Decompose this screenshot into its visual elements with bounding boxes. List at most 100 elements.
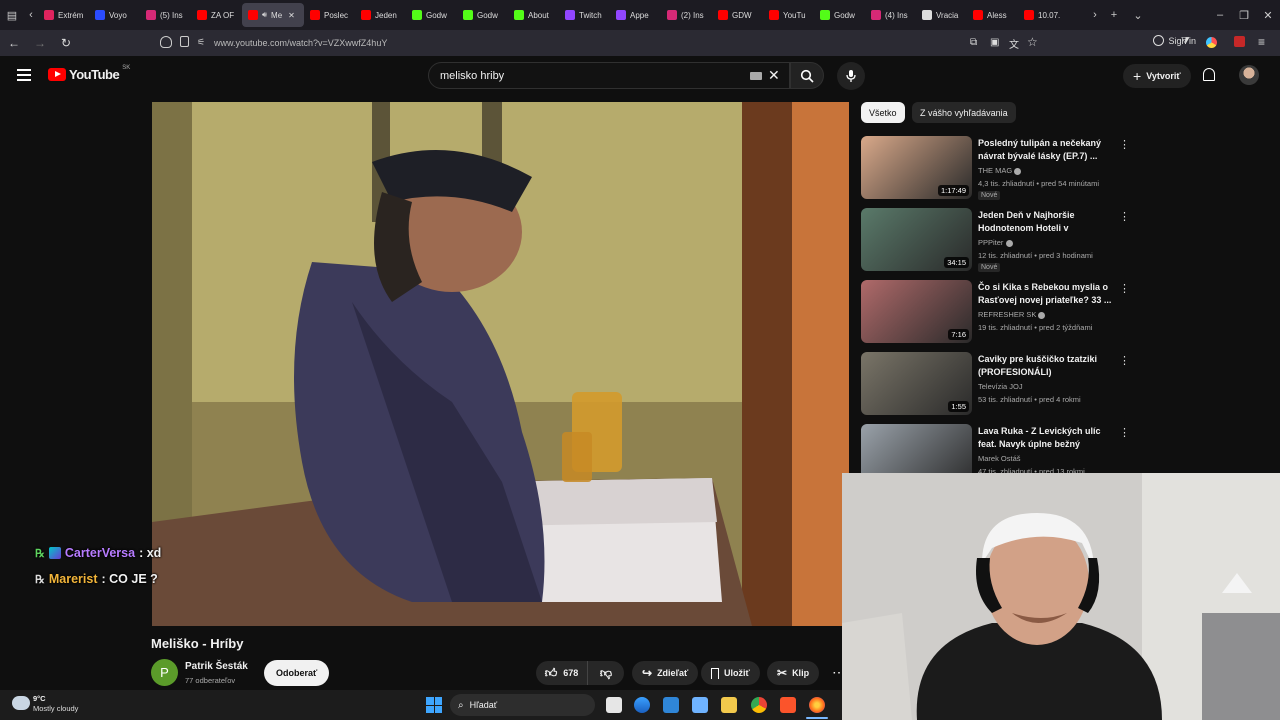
recommended-video[interactable]: 34:15 Jeden Deň v Najhoršie Hodnotenom Ho… bbox=[861, 208, 1131, 272]
screenshot-icon[interactable]: ⧉ bbox=[970, 37, 977, 48]
shield-icon[interactable] bbox=[160, 36, 172, 48]
recommended-video-channel[interactable]: PPPiter bbox=[978, 238, 1013, 247]
browser-tab[interactable]: 10.07. bbox=[1018, 3, 1069, 27]
recommended-video-title[interactable]: Lava Ruka - Z Levických ulíc feat. Navyk… bbox=[978, 425, 1116, 450]
chip-all[interactable]: Všetko bbox=[861, 102, 905, 123]
browser-tab[interactable]: Twitch bbox=[559, 3, 610, 27]
recommended-video-channel[interactable]: THE MAG bbox=[978, 166, 1022, 175]
task-view-icon[interactable] bbox=[606, 697, 622, 713]
browser-tab[interactable]: Jeden bbox=[355, 3, 406, 27]
url-field[interactable]: www.youtube.com/watch?v=VZXwwfZ4huY bbox=[214, 33, 1114, 53]
scroll-tabs-right-icon[interactable]: › bbox=[1088, 3, 1102, 27]
recommended-video-channel[interactable]: REFRESHER SK bbox=[978, 310, 1046, 319]
new-tab-icon[interactable]: + bbox=[1102, 3, 1126, 27]
dislike-button[interactable]: 👎︎ bbox=[588, 661, 624, 685]
video-thumbnail[interactable]: 7:16 bbox=[861, 280, 972, 343]
clip-button[interactable]: ✂ Klip bbox=[767, 661, 820, 685]
channel-avatar[interactable]: P bbox=[151, 659, 178, 686]
browser-tab[interactable]: Godw bbox=[406, 3, 457, 27]
scroll-tabs-left-icon[interactable]: ‹ bbox=[24, 3, 38, 27]
recommended-video-title[interactable]: Caviky pre kuščičko tzatziki (PROFESIONÁ… bbox=[978, 353, 1116, 378]
browser-tab[interactable]: About bbox=[508, 3, 559, 27]
channel-name[interactable]: Patrik Šesták bbox=[185, 661, 248, 672]
browser-tab[interactable]: Vracia bbox=[916, 3, 967, 27]
bookmark-star-icon[interactable]: ☆ bbox=[1027, 35, 1038, 49]
windows-start-icon[interactable] bbox=[426, 697, 442, 713]
close-tab-icon[interactable]: ✕ bbox=[288, 11, 295, 20]
browser-tab[interactable]: Godw bbox=[814, 3, 865, 27]
recommended-video-title[interactable]: Jeden Deň v Najhoršie Hodnotenom Hoteli … bbox=[978, 209, 1116, 235]
notifications-bell-icon[interactable] bbox=[1203, 68, 1215, 81]
microsoft-store-icon[interactable] bbox=[663, 697, 679, 713]
file-explorer-icon[interactable] bbox=[721, 697, 737, 713]
browser-tab[interactable]: (2) Ins bbox=[661, 3, 712, 27]
color-extension-icon[interactable] bbox=[1206, 37, 1217, 48]
more-options-icon[interactable]: ⋮ bbox=[1119, 210, 1130, 223]
more-options-icon[interactable]: ⋮ bbox=[1119, 354, 1130, 367]
avatar[interactable] bbox=[1239, 65, 1259, 85]
recommended-video-title[interactable]: Čo si Kika s Rebekou myslia o Rasťovej n… bbox=[978, 281, 1116, 306]
video-player[interactable] bbox=[152, 102, 849, 626]
tab-audio-icon[interactable]: 🔊︎ bbox=[262, 10, 267, 20]
search-button[interactable] bbox=[790, 62, 824, 89]
browser-tab[interactable]: Poslec bbox=[304, 3, 355, 27]
app-icon[interactable] bbox=[692, 697, 708, 713]
browser-tab[interactable]: Godw bbox=[457, 3, 508, 27]
video-thumbnail[interactable]: 1:17:49 bbox=[861, 136, 972, 199]
browser-tab[interactable]: ZA OF bbox=[191, 3, 242, 27]
clear-search-icon[interactable]: ✕ bbox=[768, 67, 780, 84]
recommended-video[interactable]: 1:17:49 Posledný tulipán a nečekaný návra… bbox=[861, 136, 1131, 200]
video-thumbnail[interactable]: 34:15 bbox=[861, 208, 972, 271]
taskbar-search-input[interactable]: ⌕ Hľadať bbox=[450, 694, 595, 716]
maximize-icon[interactable]: ❐ bbox=[1232, 3, 1256, 27]
back-icon[interactable]: ← bbox=[2, 31, 26, 55]
chip-from-search[interactable]: Z vášho vyhľadávania bbox=[912, 102, 1016, 123]
reload-icon[interactable]: ↻ bbox=[54, 31, 78, 55]
lock-icon[interactable] bbox=[180, 36, 189, 47]
browser-tab[interactable]: Appe bbox=[610, 3, 661, 27]
more-options-icon[interactable]: ⋮ bbox=[1119, 282, 1130, 295]
reader-view-icon[interactable]: ▣ bbox=[990, 37, 999, 48]
search-input[interactable]: melisko hriby ✕ bbox=[428, 62, 790, 89]
translate-icon[interactable]: 文 bbox=[1009, 36, 1019, 51]
hamburger-menu-icon[interactable] bbox=[17, 69, 31, 81]
more-options-icon[interactable]: ⋮ bbox=[1119, 426, 1130, 439]
weather-cloud-icon[interactable] bbox=[12, 696, 30, 710]
browser-tab[interactable]: Extrém bbox=[38, 3, 89, 27]
youtube-logo[interactable]: YouTube SK bbox=[48, 65, 130, 82]
recommended-video[interactable]: 7:16 Čo si Kika s Rebekou myslia o Rasťov… bbox=[861, 280, 1131, 344]
browser-tab[interactable]: Aless bbox=[967, 3, 1018, 27]
video-thumbnail[interactable]: 1:55 bbox=[861, 352, 972, 415]
browser-menu-icon[interactable]: ≡ bbox=[1258, 35, 1265, 49]
recommended-video-channel[interactable]: Marek Ostáš bbox=[978, 454, 1021, 463]
recommended-video-channel[interactable]: Televízia JOJ bbox=[978, 382, 1023, 391]
browser-tab[interactable]: (4) Ins bbox=[865, 3, 916, 27]
browser-tab[interactable]: YouTu bbox=[763, 3, 814, 27]
subscribe-button[interactable]: Odoberať bbox=[264, 660, 330, 686]
browser-tab[interactable]: (5) Ins bbox=[140, 3, 191, 27]
browser-tab[interactable]: GDW bbox=[712, 3, 763, 27]
recommended-video-title[interactable]: Posledný tulipán a nečekaný návrat býval… bbox=[978, 137, 1116, 162]
keyboard-icon[interactable] bbox=[750, 72, 762, 80]
close-window-icon[interactable]: ✕ bbox=[1256, 3, 1280, 27]
brave-browser-icon[interactable] bbox=[780, 697, 796, 713]
browser-tab[interactable]: 🔊︎ Me ✕ bbox=[242, 3, 304, 27]
more-options-icon[interactable]: ⋮ bbox=[1119, 138, 1130, 151]
chrome-browser-icon[interactable] bbox=[751, 697, 767, 713]
permissions-icon[interactable]: ⚟ bbox=[197, 37, 205, 48]
browser-tab[interactable]: Voyo bbox=[89, 3, 140, 27]
tab-overflow-icon[interactable]: ⌄ bbox=[1126, 3, 1150, 27]
firefox-browser-icon[interactable] bbox=[809, 697, 825, 713]
minimize-icon[interactable]: – bbox=[1208, 3, 1232, 27]
notification-extension-icon[interactable] bbox=[1234, 36, 1245, 47]
share-button[interactable]: ↪ Zdieľať bbox=[632, 661, 699, 685]
like-button[interactable]: 👍︎ 678 bbox=[536, 661, 588, 685]
edge-browser-icon[interactable] bbox=[634, 697, 650, 713]
voice-search-button[interactable] bbox=[837, 62, 865, 90]
create-button[interactable]: + Vytvoriť bbox=[1123, 64, 1191, 88]
forward-icon[interactable]: → bbox=[28, 31, 52, 55]
tab-list-icon[interactable]: ▤ bbox=[0, 3, 24, 27]
recommended-video[interactable]: 1:55 Caviky pre kuščičko tzatziki (PROFES… bbox=[861, 352, 1131, 416]
extensions-icon[interactable]: ⧩ bbox=[1181, 36, 1190, 47]
save-button[interactable]: Uložiť bbox=[701, 661, 760, 685]
